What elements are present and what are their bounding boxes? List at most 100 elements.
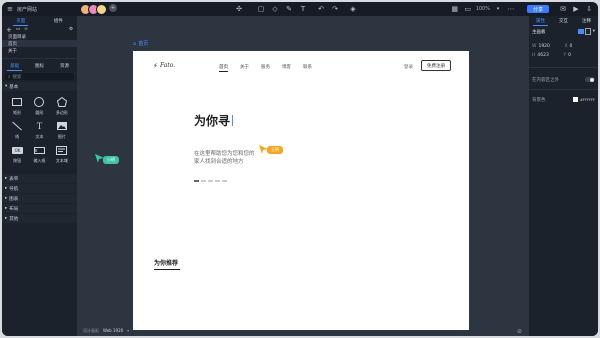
carousel-dot[interactable] — [208, 180, 213, 182]
tab-components[interactable]: 组件 — [51, 17, 66, 25]
tab-pages[interactable]: 页面 — [13, 17, 29, 26]
component-icon[interactable]: ◈ — [348, 4, 358, 14]
settings-icon[interactable]: ⚙ — [69, 27, 73, 32]
carousel-dot[interactable] — [201, 180, 206, 182]
zoom-level[interactable]: 100% — [476, 6, 490, 12]
chevron-right-icon: ▸ — [5, 216, 8, 221]
tool-text[interactable]: T 文本 — [28, 120, 50, 140]
avatar-more[interactable]: + — [109, 4, 117, 12]
size-fields: W 1920 X 0 H 4623 Y 0 — [532, 44, 573, 58]
site-logo[interactable]: Fato. — [160, 62, 175, 69]
frame-icon[interactable]: ▢ — [256, 4, 266, 14]
chevron-down-icon[interactable]: ▾ — [593, 29, 595, 34]
tool-polygon[interactable]: 多边形 — [51, 96, 73, 116]
undo-icon[interactable]: ↶ — [316, 4, 326, 14]
share-button[interactable]: 分享 — [526, 5, 549, 13]
text-tool-icon[interactable]: T — [298, 4, 308, 14]
link-icon[interactable]: ∞ — [24, 27, 28, 32]
search-input[interactable]: ⌕ 搜索 — [5, 73, 74, 80]
category-item[interactable]: ▸ 导航 — [2, 184, 77, 193]
x-field[interactable]: 0 — [570, 44, 573, 49]
hero-title[interactable]: 为你寻 — [194, 112, 234, 129]
artboard-label[interactable]: ⌂ 首页 — [133, 40, 148, 48]
toolbar-right: ▦ ▭ 100% ▾ ⋯ 分享 ✉ ▶ ⇩ — [450, 4, 594, 14]
shape-icon[interactable]: ◇ — [270, 4, 280, 14]
tool-line[interactable]: 线 — [6, 120, 28, 140]
library-tabs: 基础 图标 资源 — [2, 61, 77, 71]
ruler-icon[interactable]: ▭ — [463, 4, 473, 14]
tool-rect[interactable]: 矩形 — [6, 96, 28, 116]
right-panel: 属性 交互 注释 主画板 ▾ W 1920 X 0 H 4623 Y 0 在内容… — [529, 16, 598, 336]
nav-home[interactable]: 首页 — [219, 64, 228, 72]
svg-text:OK: OK — [14, 148, 20, 153]
export-icon[interactable]: ⇩ — [584, 4, 594, 14]
comment-icon[interactable]: ✉ — [558, 4, 568, 14]
move-icon[interactable]: ✣ — [234, 4, 244, 14]
folder-icon[interactable]: ▭ — [16, 27, 20, 32]
pen-icon[interactable]: ✎ — [284, 4, 294, 14]
category-item[interactable]: ▸ 表单 — [2, 174, 77, 183]
carousel-dots[interactable] — [194, 180, 227, 182]
section-title[interactable]: 为你推荐 — [154, 258, 180, 270]
design-canvas[interactable]: ⌂ 首页 小明 ⚡ Fato. 首页 关于 服务 博客 联系 登录 免费注册 为… — [77, 16, 529, 336]
tab-icons[interactable]: 图标 — [32, 62, 47, 70]
carousel-dot[interactable] — [222, 180, 227, 182]
background-row: 背景色 #FFFFFF — [532, 97, 595, 103]
search-icon: ⌕ — [8, 74, 11, 80]
tab-properties[interactable]: 属性 — [533, 17, 548, 26]
color-swatch[interactable] — [572, 97, 578, 102]
category-item[interactable]: ▸ 布局 — [2, 204, 77, 213]
avatar[interactable] — [96, 4, 107, 15]
page-item-directory[interactable]: 页面目录 — [2, 33, 77, 40]
category-basic[interactable]: ▾ 基本 — [2, 82, 77, 91]
chevron-down-icon[interactable]: ▾ — [493, 4, 503, 14]
divider — [529, 89, 598, 90]
chevron-right-icon: ▸ — [5, 196, 8, 201]
login-link[interactable]: 登录 — [404, 64, 413, 70]
color-value[interactable]: #FFFFFF — [580, 98, 595, 102]
compass-icon[interactable]: ⊘ — [517, 328, 522, 335]
tab-notes[interactable]: 注释 — [579, 17, 594, 25]
clip-content-toggle[interactable] — [585, 77, 595, 82]
device-desktop-icon[interactable] — [577, 29, 584, 34]
artboard-size[interactable]: Web 1920 — [103, 328, 123, 334]
textarea-icon — [56, 144, 68, 156]
grid-icon[interactable]: ▦ — [450, 4, 460, 14]
collaborators: + — [80, 4, 117, 15]
artboard-page[interactable]: ⚡ Fato. 首页 关于 服务 博客 联系 登录 免费注册 为你寻 在这里帮助… — [133, 51, 469, 330]
chevron-down-icon[interactable]: ▾ — [127, 328, 129, 334]
collab-cursor-label: 王明 — [267, 146, 283, 154]
add-icon[interactable]: + — [6, 26, 12, 34]
toggle-knob — [590, 77, 594, 82]
width-field[interactable]: 1920 — [538, 44, 558, 49]
tool-textarea[interactable]: 文本域 — [51, 144, 73, 164]
tool-ellipse[interactable]: 圆形 — [28, 96, 50, 116]
left-panel: 页面 组件 + ▭ ∞ ⚙ 页面目录 首页 关于 基础 图标 资源 ⌕ 搜索 ▾… — [2, 16, 77, 336]
tool-input[interactable]: 输入框 — [28, 144, 50, 164]
page-item-home[interactable]: 首页 — [2, 40, 77, 47]
carousel-dot[interactable] — [215, 180, 220, 182]
category-item[interactable]: ▸ 其他 — [2, 214, 77, 223]
device-mobile-icon[interactable] — [584, 28, 591, 35]
category-item[interactable]: ▸ 图表 — [2, 194, 77, 203]
nav-contact[interactable]: 联系 — [303, 64, 312, 72]
play-icon[interactable]: ▶ — [571, 4, 581, 14]
nav-services[interactable]: 服务 — [261, 64, 270, 72]
redo-icon[interactable]: ↷ — [330, 4, 340, 14]
height-field[interactable]: 4623 — [537, 53, 557, 58]
nav-about[interactable]: 关于 — [240, 64, 249, 72]
line-icon — [11, 120, 23, 132]
page-item-about[interactable]: 关于 — [2, 47, 77, 54]
tab-basic[interactable]: 基础 — [7, 62, 22, 71]
more-icon[interactable]: ⋯ — [506, 4, 516, 14]
menu-icon[interactable]: ≡ — [5, 4, 15, 14]
tool-image[interactable]: 图片 — [51, 120, 73, 140]
tool-button[interactable]: OK 按钮 — [6, 144, 28, 164]
register-button[interactable]: 免费注册 — [421, 60, 451, 71]
image-icon — [56, 120, 68, 132]
nav-blog[interactable]: 博客 — [282, 64, 291, 72]
y-field[interactable]: 0 — [568, 53, 571, 58]
carousel-dot[interactable] — [194, 180, 199, 182]
tab-interactions[interactable]: 交互 — [556, 17, 571, 25]
tab-resources[interactable]: 资源 — [57, 62, 72, 70]
